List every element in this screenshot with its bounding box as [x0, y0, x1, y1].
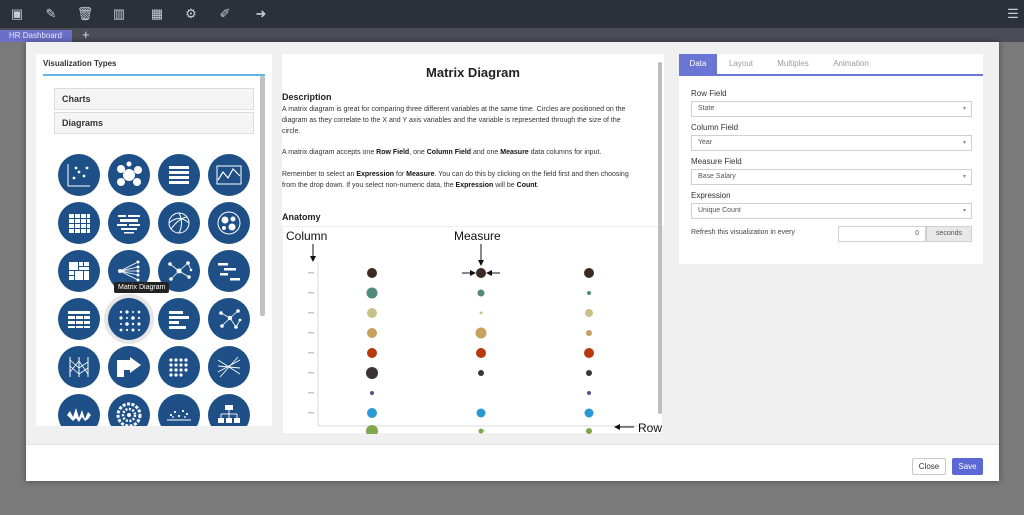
description-paragraph-2: A matrix diagram accepts one Row Field, … [282, 149, 602, 156]
expression-select[interactable]: Unique Count ▾ [691, 203, 972, 219]
bubble-cluster-icon[interactable] [108, 154, 150, 196]
tab-animation[interactable]: Animation [823, 54, 879, 74]
packed-circles-icon[interactable] [208, 202, 250, 244]
description-paragraph-1: A matrix diagram is great for comparing … [282, 106, 626, 135]
row-annotation: Row [638, 421, 662, 434]
refresh-interval-input[interactable]: 0 [838, 226, 926, 242]
tab-multiples[interactable]: Multiples [767, 54, 819, 74]
measure-field-select[interactable]: Base Salary ▾ [691, 169, 972, 185]
modal-footer: Close Save [26, 444, 999, 481]
bar-chart-icon[interactable]: ▥ [102, 0, 136, 28]
sphere-globe-icon[interactable] [158, 202, 200, 244]
column-field-select[interactable]: Year ▾ [691, 135, 972, 151]
line-chart-icon[interactable] [208, 154, 250, 196]
table-list-icon[interactable] [158, 154, 200, 196]
horizontal-bars-icon[interactable] [158, 298, 200, 340]
refresh-unit: seconds [926, 226, 972, 242]
settings-tabs: Data Layout Multiples Animation [679, 54, 983, 76]
top-toolbar: ▣ ✎ 🗑 ▥ ▦ ⚙ ✐ ➜ ☰ [0, 0, 1024, 28]
crossing-lines-icon[interactable] [208, 346, 250, 388]
matrix-diagram-icon[interactable] [108, 298, 150, 340]
description-scrollbar[interactable] [658, 62, 662, 414]
brush-icon[interactable]: ✐ [208, 0, 242, 28]
tab-hr-dashboard[interactable]: HR Dashboard [0, 30, 72, 42]
column-annotation: Column [286, 229, 327, 243]
chevron-down-icon: ▾ [962, 174, 966, 180]
panel-scrollbar[interactable] [260, 76, 265, 316]
anatomy-figure: Column Measure Row [282, 225, 664, 434]
description-heading: Description [282, 92, 332, 102]
section-diagrams[interactable]: Diagrams [54, 112, 254, 134]
visualization-modal: Visualization Types Charts Diagrams Matr… [26, 42, 999, 481]
tab-layout[interactable]: Layout [719, 54, 763, 74]
word-cloud-icon[interactable] [108, 202, 150, 244]
dot-grid-icon[interactable] [158, 346, 200, 388]
treemap-icon[interactable] [58, 250, 100, 292]
hamburger-menu-icon[interactable]: ☰ [996, 0, 1024, 28]
measure-annotation: Measure [454, 229, 501, 243]
modal-body: Visualization Types Charts Diagrams Matr… [26, 42, 999, 444]
panel-title: Visualization Types [43, 59, 117, 68]
add-tab-icon[interactable]: + [82, 28, 90, 41]
trash-icon[interactable]: 🗑 [68, 0, 102, 28]
sankey-flow-icon[interactable] [108, 346, 150, 388]
title-underline [43, 74, 265, 76]
section-charts[interactable]: Charts [54, 88, 254, 110]
description-panel: Matrix Diagram Description A matrix diag… [282, 54, 664, 434]
settings-panel: Data Layout Multiples Animation Row Fiel… [679, 54, 983, 264]
dashboard-tab-bar: HR Dashboard + [0, 28, 1024, 42]
save-icon[interactable]: ▣ [0, 0, 34, 28]
streamgraph-icon[interactable] [58, 394, 100, 426]
column-field-label: Column Field [691, 123, 739, 132]
sunburst-icon[interactable] [108, 394, 150, 426]
node-link-icon[interactable] [208, 298, 250, 340]
tab-data[interactable]: Data [679, 54, 717, 74]
edit-icon[interactable]: ✎ [34, 0, 68, 28]
visualization-types-panel: Visualization Types Charts Diagrams Matr… [36, 54, 272, 426]
row-field-select[interactable]: State ▾ [691, 101, 972, 117]
visualization-title: Matrix Diagram [426, 65, 520, 80]
layout-icon[interactable]: ▦ [140, 0, 174, 28]
description-paragraph-3: Remember to select an Expression for Mea… [282, 171, 629, 189]
timeline-dots-icon[interactable] [158, 394, 200, 426]
gear-icon[interactable]: ⚙ [174, 0, 208, 28]
chevron-down-icon: ▾ [962, 208, 966, 214]
close-button[interactable]: Close [912, 458, 946, 475]
measure-field-label: Measure Field [691, 157, 742, 166]
scatter-diagram-icon[interactable] [58, 154, 100, 196]
save-button[interactable]: Save [952, 458, 983, 475]
refresh-label: Refresh this visualization in every [691, 229, 795, 236]
anatomy-heading: Anatomy [282, 212, 321, 222]
matrix-diagram-tooltip: Matrix Diagram [114, 282, 170, 293]
heatmap-grid-icon[interactable] [58, 202, 100, 244]
gantt-bars-icon[interactable] [208, 250, 250, 292]
org-chart-icon[interactable] [208, 394, 250, 426]
table-grid-icon[interactable] [58, 298, 100, 340]
expression-label: Expression [691, 191, 731, 200]
row-field-label: Row Field [691, 89, 727, 98]
logout-icon[interactable]: ➜ [244, 0, 278, 28]
parallel-coordinates-icon[interactable] [58, 346, 100, 388]
chevron-down-icon: ▾ [962, 140, 966, 146]
chevron-down-icon: ▾ [962, 106, 966, 112]
